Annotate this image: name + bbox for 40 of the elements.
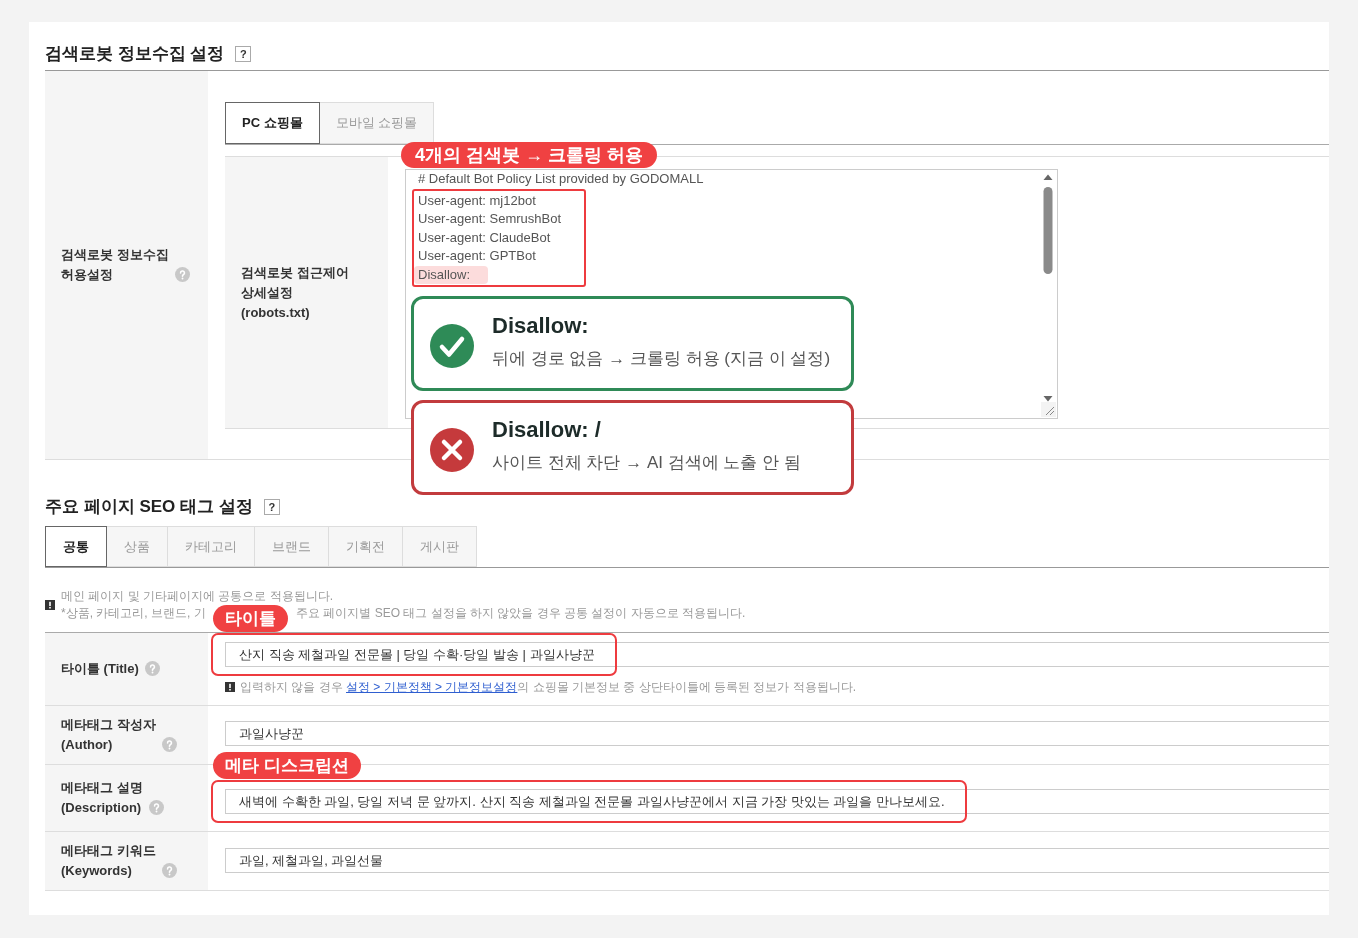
robots-line: User-agent: mj12bot bbox=[418, 192, 536, 208]
text-field[interactable]: 과일사냥꾼 bbox=[225, 721, 1329, 746]
tab[interactable]: PC 쇼핑몰 bbox=[225, 102, 320, 144]
notice-text: 메인 페이지 및 기타페이지에 공통으로 적용됩니다. bbox=[61, 588, 334, 605]
robots-line: # Default Bot Policy List provided by GODOMALL bbox=[418, 171, 704, 186]
section-title: 검색로봇 정보수집 설정 bbox=[45, 43, 225, 65]
check-circle-icon bbox=[430, 323, 474, 368]
resize-grip-icon[interactable] bbox=[1041, 402, 1056, 417]
text-field[interactable]: 과일, 제철과일, 과일선물 bbox=[225, 848, 1329, 873]
row-label: 메타태그 작성자 (Author) bbox=[61, 716, 156, 754]
annotation-badge: 메타 디스크립션 bbox=[213, 752, 361, 779]
notice-icon bbox=[225, 682, 235, 692]
row-label: 검색로봇 접근제어 상세설정 (robots.txt) bbox=[241, 263, 349, 322]
tab[interactable]: 공통 bbox=[45, 526, 107, 567]
help-icon[interactable] bbox=[161, 863, 177, 878]
section-title: 주요 페이지 SEO 태그 설정 bbox=[45, 496, 253, 518]
annotation-badge: 타이틀 bbox=[213, 605, 288, 632]
help-button[interactable]: ? bbox=[235, 46, 252, 62]
callout-text: 뒤에 경로 없음 → 크롤링 허용 (지금 이 설정) bbox=[492, 347, 831, 370]
help-icon[interactable] bbox=[174, 267, 190, 282]
hint-text: 입력하지 않을 경우 설정 > 기본정책 > 기본정보설정의 쇼핑몰 기본정보 중 상단타이틀에 등록된 정보가 적용됩니다. bbox=[240, 679, 857, 696]
row-label: 메타태그 키워드 (Keywords) bbox=[61, 842, 156, 880]
callout-text: 사이트 전체 차단 → AI 검색에 노출 안 됨 bbox=[492, 451, 801, 474]
row-label: 메타태그 설명 (Description) bbox=[61, 779, 143, 817]
help-button[interactable]: ? bbox=[263, 499, 280, 515]
notice-text: 주요 페이지별 SEO 태그 설정을 하지 않았을 경우 공통 설정이 자동으로 적용됩니다. bbox=[296, 605, 746, 622]
settings-link[interactable]: 설정 > 기본정책 > 기본정보설정 bbox=[346, 680, 518, 694]
x-circle-icon bbox=[430, 427, 474, 472]
robots-line: User-agent: SemrushBot bbox=[418, 211, 562, 226]
help-icon[interactable] bbox=[144, 661, 160, 676]
annotation-badge: 4개의 검색봇 → 크롤링 허용 bbox=[401, 142, 657, 168]
robots-line: User-agent: GPTBot bbox=[418, 248, 536, 263]
help-icon[interactable] bbox=[161, 737, 177, 752]
row-label: 검색로봇 정보수집 허용설정 bbox=[61, 246, 169, 284]
help-icon[interactable] bbox=[148, 800, 164, 815]
notice-text: *상품, 카테고리, 브랜드, 기 bbox=[61, 605, 207, 622]
row-label: 타이틀 (Title) bbox=[61, 660, 139, 678]
notice-icon bbox=[45, 600, 55, 610]
callout-title: Disallow: bbox=[492, 311, 589, 340]
robots-line: User-agent: ClaudeBot bbox=[418, 229, 551, 245]
